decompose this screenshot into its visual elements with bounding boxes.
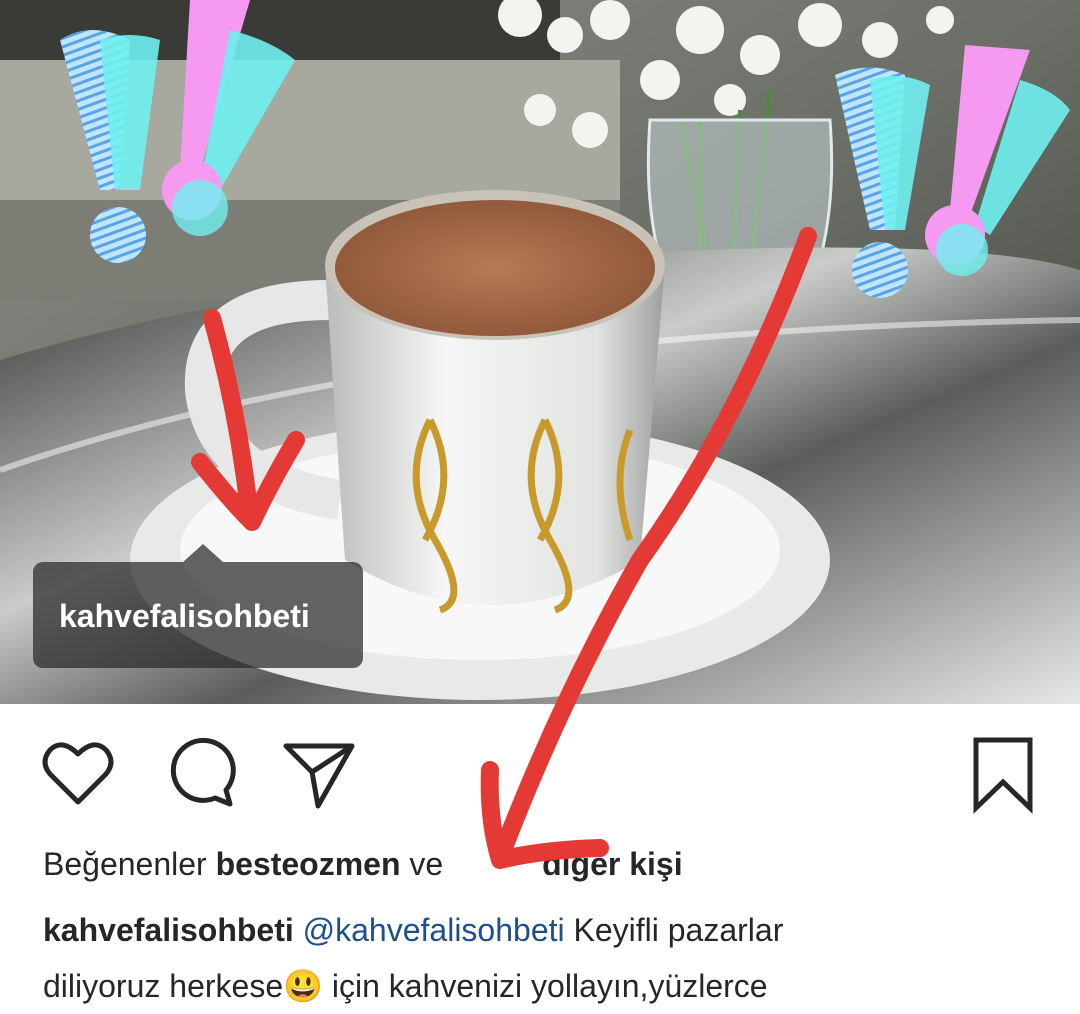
caption-text-2b: için kahvenizi yollayın,yüzlerce (331, 968, 768, 1004)
caption-author[interactable]: kahvefalisohbeti (43, 912, 294, 948)
bookmark-icon[interactable] (966, 734, 1046, 814)
post-action-bar (0, 704, 1080, 824)
caption-mention[interactable]: @kahvefalisohbeti (303, 912, 565, 948)
likes-summary[interactable]: Beğenenler besteozmen ve diğer kişi (43, 846, 683, 883)
tag-username[interactable]: kahvefalisohbeti (59, 598, 310, 635)
send-icon[interactable] (280, 734, 360, 814)
liker-username[interactable]: besteozmen (216, 846, 401, 882)
comment-icon[interactable] (160, 734, 240, 814)
smiley-emoji-icon: 😃 (283, 968, 323, 1004)
likes-others[interactable]: diğer kişi (542, 846, 683, 882)
user-tag-bubble[interactable]: kahvefalisohbeti (33, 544, 363, 668)
heart-icon[interactable] (38, 734, 118, 814)
caption-text-1: Keyifli pazarlar (573, 912, 784, 948)
likes-prefix: Beğenenler (43, 846, 207, 882)
tag-bubble-pointer (183, 544, 223, 562)
post-photo[interactable]: kahvefalisohbeti (0, 0, 1080, 704)
caption-text-2a: diliyoruz herkese (43, 968, 284, 1004)
post-caption: kahvefalisohbeti @kahvefalisohbeti Keyif… (43, 902, 1063, 1014)
likes-conjunction: ve (409, 846, 444, 882)
